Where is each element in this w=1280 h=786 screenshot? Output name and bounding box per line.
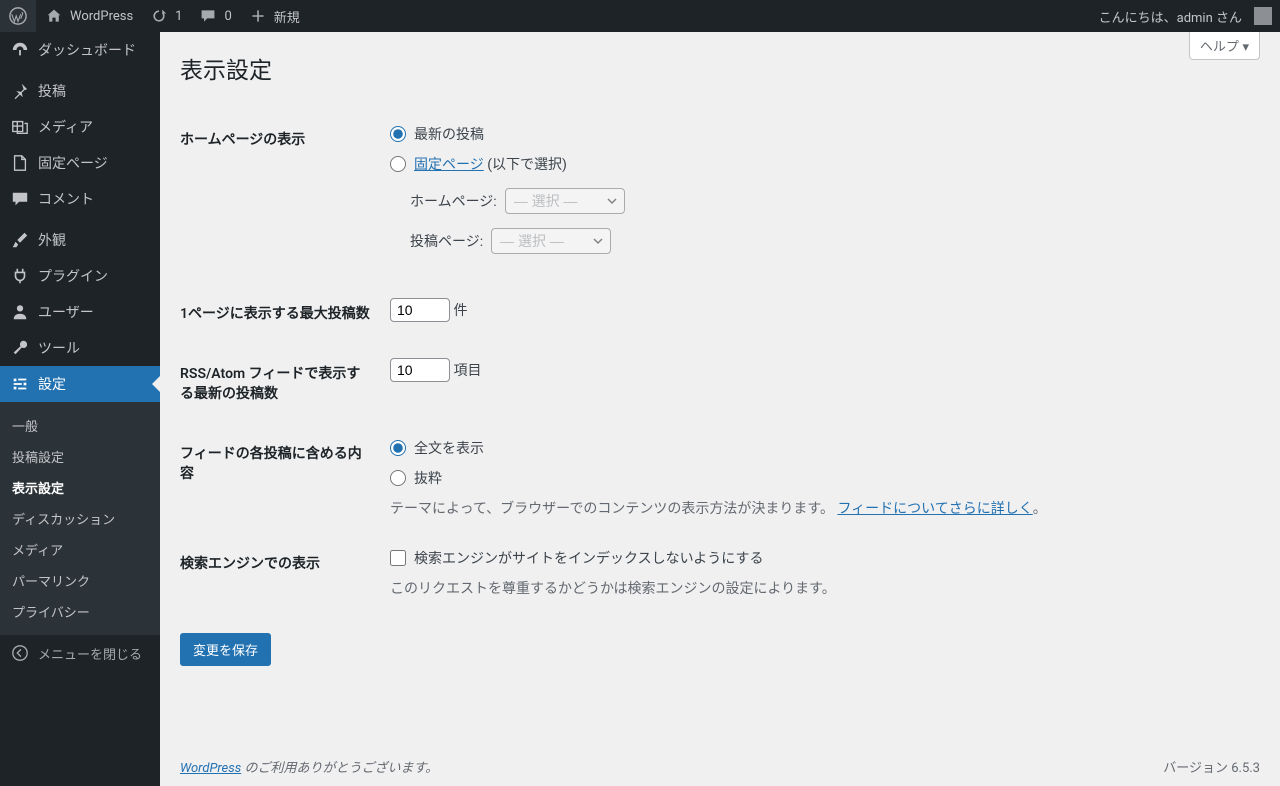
feed-learn-more-link[interactable]: フィードについてさらに詳しく [837, 501, 1032, 517]
sidebar-item-appearance[interactable]: 外観 [0, 222, 160, 258]
search-visibility-checkbox-label[interactable]: 検索エンジンがサイトをインデックスしないようにする [414, 548, 763, 568]
plugin-icon [10, 266, 30, 286]
sidebar-item-settings[interactable]: 設定 [0, 366, 160, 402]
sidebar-item-label: メディア [38, 117, 93, 137]
search-visibility-desc: このリクエストを尊重するかどうかは検索エンジンの設定によります。 [390, 578, 1250, 598]
my-account[interactable]: こんにちは、admin さん [1091, 0, 1280, 32]
collapse-label: メニューを閉じる [38, 644, 142, 663]
comment-icon [198, 6, 218, 26]
submenu-general[interactable]: 一般 [0, 410, 160, 441]
sidebar-item-tools[interactable]: ツール [0, 330, 160, 366]
homepage-display-label: ホームページの表示 [180, 109, 380, 283]
wp-logo[interactable] [0, 0, 36, 32]
footer-wordpress-link[interactable]: WordPress [180, 761, 241, 776]
submenu-discussion[interactable]: ディスカッション [0, 503, 160, 534]
radio-static-page[interactable] [390, 156, 406, 172]
feed-content-label: フィードの各投稿に含める内容 [180, 423, 380, 533]
collapse-icon [10, 643, 30, 663]
dashboard-icon [10, 40, 30, 60]
posts-page-select[interactable]: — 選択 — [491, 228, 611, 254]
comments[interactable]: 0 [190, 0, 239, 32]
wrench-icon [10, 338, 30, 358]
sidebar-item-label: ユーザー [38, 302, 94, 322]
sidebar-item-posts[interactable]: 投稿 [0, 73, 160, 109]
new-content[interactable]: 新規 [240, 0, 308, 32]
sidebar-item-label: 外観 [38, 230, 66, 250]
site-name[interactable]: WordPress [36, 0, 141, 32]
sidebar-item-label: 固定ページ [38, 153, 108, 173]
comment-icon [10, 189, 30, 209]
page-title: 表示設定 [180, 42, 1260, 89]
search-visibility-checkbox[interactable] [390, 550, 406, 566]
greeting: こんにちは、admin さん [1099, 7, 1242, 26]
rss-items-input[interactable] [390, 358, 450, 382]
homepage-select[interactable]: — 選択 — [505, 188, 625, 214]
radio-full-text-label[interactable]: 全文を表示 [414, 438, 484, 458]
page-icon [10, 153, 30, 173]
updates[interactable]: 1 [141, 0, 190, 32]
radio-static-page-label[interactable]: 固定ページ (以下で選択) [414, 154, 567, 174]
posts-per-page-input[interactable] [390, 298, 450, 322]
sidebar-item-label: ダッシュボード [38, 40, 136, 60]
sidebar-item-media[interactable]: メディア [0, 109, 160, 145]
sidebar-item-label: ツール [38, 338, 80, 358]
radio-full-text[interactable] [390, 440, 406, 456]
posts-per-page-label: 1ページに表示する最大投稿数 [180, 283, 380, 343]
submenu-writing[interactable]: 投稿設定 [0, 441, 160, 472]
settings-icon [10, 374, 30, 394]
feed-description: テーマによって、ブラウザーでのコンテンツの表示方法が決まります。 フィードについ… [390, 498, 1250, 518]
collapse-menu[interactable]: メニューを閉じる [0, 635, 160, 671]
sidebar-item-label: 投稿 [38, 81, 66, 101]
search-visibility-label: 検索エンジンでの表示 [180, 533, 380, 613]
new-label: 新規 [274, 7, 300, 26]
sidebar-item-label: コメント [38, 189, 94, 209]
sidebar-item-pages[interactable]: 固定ページ [0, 145, 160, 181]
sidebar-item-comments[interactable]: コメント [0, 181, 160, 217]
submenu-permalink[interactable]: パーマリンク [0, 565, 160, 596]
plus-icon [248, 6, 268, 26]
sidebar-item-label: 設定 [38, 374, 66, 394]
wordpress-icon [8, 6, 28, 26]
sidebar-item-plugins[interactable]: プラグイン [0, 258, 160, 294]
settings-submenu: 一般 投稿設定 表示設定 ディスカッション メディア パーマリンク プライバシー [0, 402, 160, 635]
user-icon [10, 302, 30, 322]
rss-items-label: RSS/Atom フィードで表示する最新の投稿数 [180, 343, 380, 423]
submenu-privacy[interactable]: プライバシー [0, 596, 160, 627]
footer-version: バージョン 6.5.3 [1163, 757, 1260, 776]
pin-icon [10, 81, 30, 101]
sidebar-item-users[interactable]: ユーザー [0, 294, 160, 330]
homepage-select-label: ホームページ: [410, 191, 497, 211]
posts-per-page-unit: 件 [453, 303, 467, 319]
comments-count: 0 [224, 9, 231, 24]
sidebar-item-label: プラグイン [38, 266, 108, 286]
submenu-reading[interactable]: 表示設定 [0, 472, 160, 503]
home-icon [44, 6, 64, 26]
updates-count: 1 [175, 9, 182, 24]
sidebar-item-dashboard[interactable]: ダッシュボード [0, 32, 160, 68]
brush-icon [10, 230, 30, 250]
footer-thanks: WordPress のご利用ありがとうございます。 [180, 757, 438, 776]
static-page-link[interactable]: 固定ページ [414, 157, 484, 173]
refresh-icon [149, 6, 169, 26]
submenu-media[interactable]: メディア [0, 534, 160, 565]
site-name-label: WordPress [70, 9, 133, 24]
radio-excerpt[interactable] [390, 470, 406, 486]
help-button[interactable]: ヘルプ ▾ [1189, 32, 1260, 60]
avatar [1254, 7, 1272, 25]
radio-latest-posts[interactable] [390, 126, 406, 142]
posts-page-select-label: 投稿ページ: [410, 231, 483, 251]
media-icon [10, 117, 30, 137]
radio-latest-posts-label[interactable]: 最新の投稿 [414, 124, 484, 144]
save-button[interactable]: 変更を保存 [180, 633, 271, 666]
rss-items-unit: 項目 [453, 363, 481, 379]
radio-excerpt-label[interactable]: 抜粋 [414, 468, 442, 488]
